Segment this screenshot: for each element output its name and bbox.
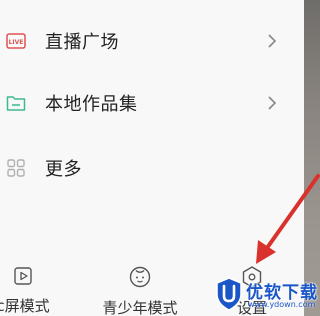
menu-item-more[interactable]: 更多 [0, 148, 290, 188]
side-menu-panel: LIVE 直播广场 本地作品集 更多 c屏模式 青少年模式 设置 [0, 0, 304, 316]
watermark-logo: 优软下载 www.ydown.com [212, 270, 320, 316]
face-icon [128, 265, 152, 289]
folder-icon [6, 93, 26, 113]
live-icon: LIVE [6, 31, 26, 51]
chevron-right-icon [266, 95, 278, 111]
shield-logo-icon [216, 277, 242, 311]
play-square-icon [11, 265, 35, 287]
bottom-nav-teen-mode[interactable]: 青少年模式 [95, 255, 185, 316]
bottom-nav-label: 青少年模式 [102, 299, 178, 316]
chevron-right-icon [266, 33, 278, 49]
menu-item-local-works[interactable]: 本地作品集 [0, 83, 290, 123]
bottom-nav-screen-mode[interactable]: c屏模式 [0, 255, 58, 316]
watermark-url: www.ydown.com [248, 300, 316, 309]
menu-item-live-square[interactable]: LIVE 直播广场 [0, 21, 290, 61]
bottom-nav-label: c屏模式 [0, 297, 50, 315]
svg-text:LIVE: LIVE [9, 39, 24, 46]
menu-item-label: 更多 [45, 159, 82, 180]
background-video-edge [304, 0, 320, 316]
menu-item-label: 直播广场 [45, 32, 119, 53]
screen: LIVE 直播广场 本地作品集 更多 c屏模式 青少年模式 设置 优软下载 ww… [0, 0, 320, 316]
menu-item-label: 本地作品集 [45, 94, 138, 115]
grid-icon [6, 158, 26, 178]
